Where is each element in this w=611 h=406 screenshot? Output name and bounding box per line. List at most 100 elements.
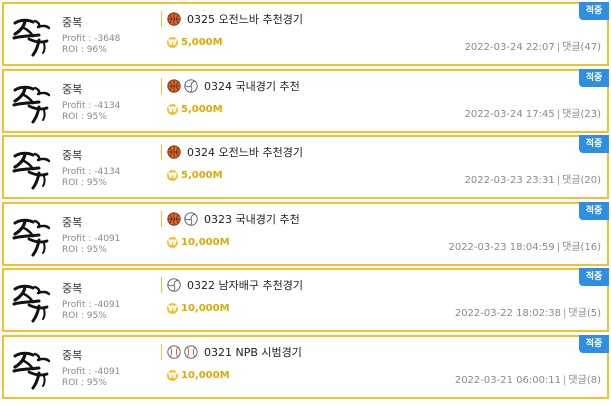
post-price: ₩10,000M	[167, 237, 230, 248]
post-meta: 2022-03-21 06:00:11 | 댓글(8)	[455, 371, 601, 386]
meta-separator: |	[556, 109, 561, 120]
comment-count[interactable]: 댓글(8)	[568, 375, 601, 386]
price-value: 5,000M	[181, 37, 223, 48]
meta-separator: |	[556, 242, 561, 253]
post-title[interactable]: 0325 오전느바 추천경기	[187, 11, 303, 27]
post-date: 2022-03-23 18:04:59	[448, 242, 555, 253]
post-card[interactable]: 중복 Profit : -4091 ROI : 95% 0323 국내경기 추천 ₩10…	[2, 202, 609, 266]
coin-icon: ₩	[167, 370, 178, 381]
post-title[interactable]: 0322 남자배구 추천경기	[187, 277, 303, 293]
author-avatar-logo[interactable]	[11, 13, 53, 57]
post-price: ₩10,000M	[167, 370, 230, 381]
comment-count[interactable]: 댓글(16)	[562, 242, 601, 253]
post-list: 중복 Profit : -3648 ROI : 96% 0325 오전느바 추천경기 ₩…	[0, 0, 611, 406]
coin-icon: ₩	[167, 170, 178, 181]
comment-count[interactable]: 댓글(23)	[562, 109, 601, 120]
author-name[interactable]: 중복	[62, 14, 82, 30]
author-profit: Profit : -4134	[62, 167, 121, 177]
author-avatar-logo[interactable]	[11, 80, 53, 124]
author-profit: Profit : -4091	[62, 300, 121, 310]
author-profit: Profit : -4134	[62, 101, 121, 111]
post-title-row[interactable]: 0324 국내경기 추천	[167, 78, 300, 94]
meta-separator: |	[556, 42, 561, 53]
volleyball-icon	[184, 79, 198, 93]
divider	[161, 211, 162, 227]
baseball-icon	[184, 345, 198, 359]
author-profit: Profit : -3648	[62, 34, 121, 44]
author-avatar-logo[interactable]	[11, 346, 53, 390]
author-avatar-logo[interactable]	[11, 146, 53, 190]
price-value: 5,000M	[181, 104, 223, 115]
post-meta: 2022-03-24 17:45 | 댓글(23)	[465, 105, 601, 120]
post-date: 2022-03-24 17:45	[464, 109, 555, 120]
post-title[interactable]: 0323 국내경기 추천	[204, 211, 300, 227]
post-meta: 2022-03-22 18:02:38 | 댓글(5)	[455, 304, 601, 319]
basketball-icon	[167, 79, 181, 93]
post-date: 2022-03-24 22:07	[464, 42, 555, 53]
post-title[interactable]: 0324 국내경기 추천	[204, 78, 300, 94]
comment-count[interactable]: 댓글(5)	[568, 308, 601, 319]
post-card[interactable]: 중복 Profit : -4134 ROI : 95% 0324 국내경기 추천 ₩5,…	[2, 69, 609, 133]
author-name[interactable]: 중복	[62, 214, 82, 230]
price-value: 10,000M	[181, 370, 230, 381]
author-roi: ROI : 96%	[62, 45, 107, 55]
post-card[interactable]: 중복 Profit : -4134 ROI : 95% 0324 오전느바 추천경기 ₩…	[2, 135, 609, 199]
price-value: 5,000M	[181, 170, 223, 181]
basketball-icon	[167, 212, 181, 226]
author-profit: Profit : -4091	[62, 367, 121, 377]
post-date: 2022-03-22 18:02:38	[454, 308, 562, 319]
post-title-row[interactable]: 0323 국내경기 추천	[167, 211, 300, 227]
volleyball-icon	[167, 278, 181, 292]
post-meta: 2022-03-23 23:31 | 댓글(20)	[465, 171, 601, 186]
post-date: 2022-03-23 23:31	[464, 175, 555, 186]
divider	[161, 344, 162, 360]
hit-badge: 적중	[579, 202, 609, 220]
post-meta: 2022-03-24 22:07 | 댓글(47)	[465, 38, 601, 53]
post-meta: 2022-03-23 18:04:59 | 댓글(16)	[448, 238, 601, 253]
price-value: 10,000M	[181, 303, 230, 314]
baseball-icon	[167, 345, 181, 359]
post-title-row[interactable]: 0325 오전느바 추천경기	[167, 11, 303, 27]
post-card[interactable]: 중복 Profit : -3648 ROI : 96% 0325 오전느바 추천경기 ₩…	[2, 2, 609, 66]
author-name[interactable]: 중복	[62, 81, 82, 97]
basketball-icon	[167, 12, 181, 26]
post-price: ₩5,000M	[167, 170, 223, 181]
coin-icon: ₩	[167, 37, 178, 48]
author-name[interactable]: 중복	[62, 280, 82, 296]
hit-badge: 적중	[579, 2, 609, 20]
comment-count[interactable]: 댓글(20)	[562, 175, 601, 186]
author-name[interactable]: 중복	[62, 147, 82, 163]
post-date: 2022-03-21 06:00:11	[454, 375, 562, 386]
hit-badge: 적중	[579, 335, 609, 353]
hit-badge: 적중	[579, 135, 609, 153]
comment-count[interactable]: 댓글(47)	[562, 42, 601, 53]
coin-icon: ₩	[167, 303, 178, 314]
volleyball-icon	[184, 212, 198, 226]
coin-icon: ₩	[167, 104, 178, 115]
hit-badge: 적중	[579, 268, 609, 286]
post-title-row[interactable]: 0321 NPB 시범경기	[167, 344, 302, 360]
meta-separator: |	[563, 375, 567, 386]
post-title-row[interactable]: 0324 오전느바 추천경기	[167, 144, 303, 160]
post-title-row[interactable]: 0322 남자배구 추천경기	[167, 277, 303, 293]
divider	[161, 144, 162, 160]
author-profit: Profit : -4091	[62, 234, 121, 244]
author-roi: ROI : 95%	[62, 378, 107, 388]
author-roi: ROI : 95%	[62, 311, 107, 321]
divider	[161, 277, 162, 293]
hit-badge: 적중	[579, 69, 609, 87]
price-value: 10,000M	[181, 237, 230, 248]
author-name[interactable]: 중복	[62, 347, 82, 363]
author-roi: ROI : 95%	[62, 178, 107, 188]
author-avatar-logo[interactable]	[11, 279, 53, 323]
author-roi: ROI : 95%	[62, 245, 107, 255]
coin-icon: ₩	[167, 237, 178, 248]
divider	[161, 11, 162, 27]
author-avatar-logo[interactable]	[11, 213, 53, 257]
post-card[interactable]: 중복 Profit : -4091 ROI : 95% 0321 NPB 시범경기 ₩1…	[2, 335, 609, 399]
post-card[interactable]: 중복 Profit : -4091 ROI : 95% 0322 남자배구 추천경기 ₩…	[2, 268, 609, 332]
post-price: ₩10,000M	[167, 303, 230, 314]
post-title[interactable]: 0321 NPB 시범경기	[204, 344, 302, 360]
meta-separator: |	[556, 175, 561, 186]
post-title[interactable]: 0324 오전느바 추천경기	[187, 144, 303, 160]
